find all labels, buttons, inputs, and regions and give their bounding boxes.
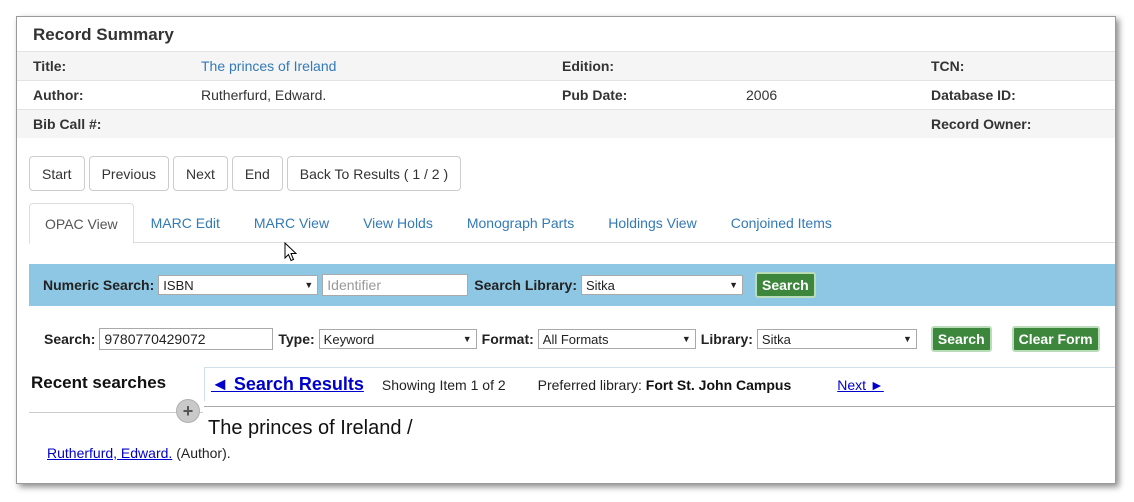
tab-view-holds[interactable]: View Holds	[346, 203, 450, 243]
numeric-search-label: Numeric Search:	[43, 277, 155, 293]
dropdown-arrow-icon: ▼	[903, 334, 912, 344]
summary-row-title: Title: The princes of Ireland Edition: T…	[17, 51, 1115, 80]
clear-form-button[interactable]: Clear Form	[1011, 326, 1100, 352]
main-search-row: Search: 9780770429072 Type: Keyword ▼ Fo…	[44, 326, 1115, 352]
summary-title-link[interactable]: The princes of Ireland	[201, 58, 336, 74]
showing-item-text: Showing Item 1 of 2	[381, 376, 506, 393]
summary-label-database-id: Database ID:	[931, 87, 1016, 103]
format-select[interactable]: All Formats ▼	[537, 329, 696, 349]
tab-holdings-view[interactable]: Holdings View	[591, 203, 713, 243]
record-nav-buttons: Start Previous Next End Back To Results …	[29, 156, 462, 191]
record-title: The princes of Ireland /	[208, 417, 413, 439]
summary-label-edition: Edition:	[562, 58, 615, 74]
dropdown-arrow-icon: ▼	[462, 334, 472, 344]
numeric-type-value: ISBN	[163, 277, 194, 293]
tab-marc-view[interactable]: MARC View	[237, 203, 346, 243]
search-button[interactable]: Search	[930, 326, 992, 352]
search-library-select[interactable]: Sitka ▼	[581, 275, 743, 295]
record-tabs: OPAC View MARC Edit MARC View View Holds…	[29, 203, 1115, 244]
numeric-search-button[interactable]: Search	[755, 272, 816, 298]
next-button[interactable]: Next	[173, 156, 228, 191]
summary-label-record-owner: Record Owner:	[931, 116, 1032, 132]
record-author-line: Rutherfurd, Edward. (Author).	[47, 445, 231, 461]
tab-monograph-parts[interactable]: Monograph Parts	[450, 203, 591, 243]
type-label: Type:	[278, 331, 315, 347]
tab-marc-edit[interactable]: MARC Edit	[134, 203, 237, 243]
mouse-pointer-icon	[284, 242, 298, 262]
summary-label-callnumber: Bib Call #:	[33, 116, 102, 132]
start-button[interactable]: Start	[29, 156, 85, 191]
library-select[interactable]: Sitka ▼	[756, 329, 917, 349]
author-role: (Author).	[176, 445, 231, 461]
tab-opac-view[interactable]: OPAC View	[29, 203, 134, 244]
preferred-library-label: Preferred library:	[537, 376, 642, 393]
search-library-label: Search Library:	[474, 277, 577, 293]
library-value: Sitka	[761, 331, 791, 347]
format-value: All Formats	[542, 331, 609, 347]
next-result-link[interactable]: Next ►	[837, 377, 884, 393]
preferred-library-value: Fort St. John Campus	[645, 376, 792, 393]
catalog-window: Record Summary Title: The princes of Ire…	[16, 16, 1116, 484]
summary-row-author: Author: Rutherfurd, Edward. Pub Date: 20…	[17, 80, 1115, 109]
format-label: Format:	[481, 331, 534, 347]
summary-value-author: Rutherfurd, Edward.	[201, 87, 327, 103]
numeric-search-bar: Numeric Search: ISBN ▼ Identifier Search…	[29, 264, 1115, 306]
dropdown-arrow-icon: ▼	[681, 334, 691, 344]
identifier-input[interactable]: Identifier	[322, 274, 469, 296]
author-link[interactable]: Rutherfurd, Edward.	[47, 445, 172, 461]
summary-label-tcn: TCN:	[931, 58, 965, 74]
summary-label-pubdate: Pub Date:	[562, 87, 628, 103]
dropdown-arrow-icon: ▼	[729, 280, 738, 290]
search-library-value: Sitka	[586, 277, 615, 293]
library-label: Library:	[700, 331, 753, 347]
summary-row-callnumber: Bib Call #: Record Owner:	[17, 109, 1115, 138]
summary-label-title: Title:	[33, 58, 67, 74]
preferred-library: Preferred library: Fort St. John Campus	[538, 377, 792, 393]
back-to-results-button[interactable]: Back To Results ( 1 / 2 )	[286, 156, 462, 191]
end-button[interactable]: End	[231, 156, 283, 191]
results-navigation: ◄ Search Results Showing Item 1 of 2 Pre…	[204, 367, 1115, 401]
summary-value-pubdate: 2006	[746, 87, 778, 103]
summary-label-author: Author:	[33, 87, 84, 103]
back-to-search-results-link[interactable]: ◄ Search Results	[211, 374, 364, 395]
previous-button[interactable]: Previous	[88, 156, 170, 191]
dropdown-arrow-icon: ▼	[304, 280, 314, 290]
results-divider	[204, 406, 1115, 407]
record-summary-heading: Record Summary	[33, 25, 174, 44]
tab-conjoined-items[interactable]: Conjoined Items	[714, 203, 849, 243]
type-select[interactable]: Keyword ▼	[318, 329, 477, 349]
search-input[interactable]: 9780770429072	[99, 328, 274, 350]
type-value: Keyword	[323, 331, 375, 347]
numeric-type-select[interactable]: ISBN ▼	[158, 275, 319, 295]
expand-plus-icon[interactable]: +	[176, 399, 200, 423]
search-label: Search:	[44, 331, 96, 347]
